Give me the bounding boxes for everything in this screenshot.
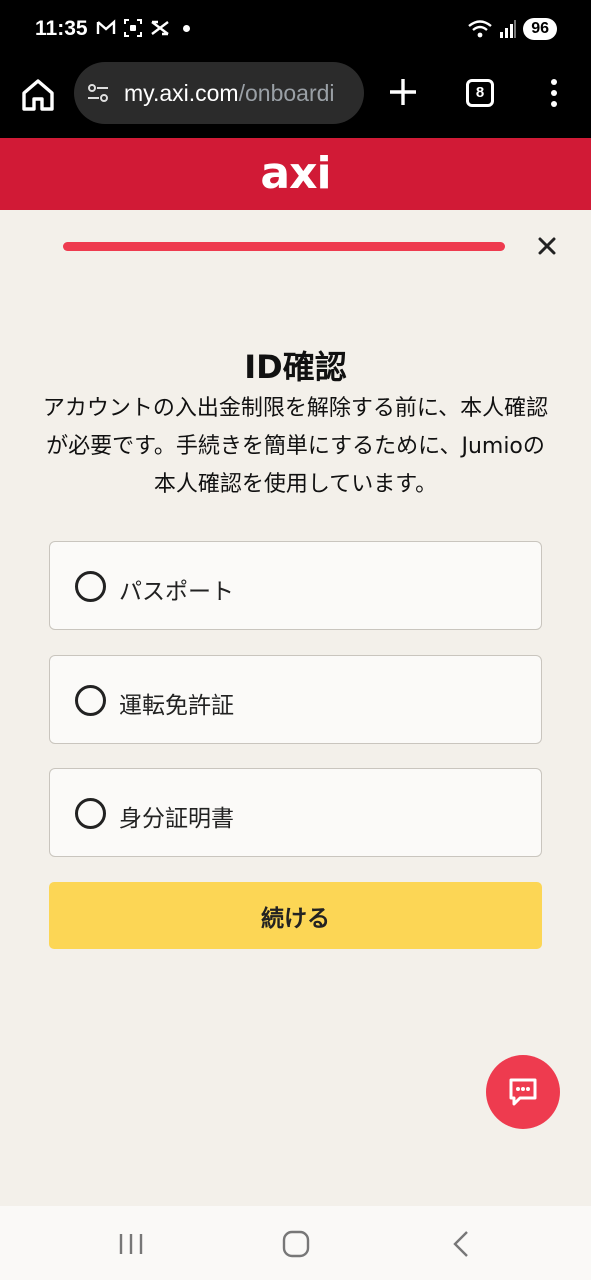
recent-apps-icon[interactable]	[116, 1230, 146, 1258]
app-header: axi	[0, 138, 591, 210]
option-id-card[interactable]: 身分証明書	[49, 768, 542, 857]
system-navigation-bar	[0, 1206, 591, 1280]
signal-icon	[500, 20, 517, 38]
more-options-icon[interactable]	[542, 78, 566, 108]
continue-button[interactable]: 続ける	[49, 882, 542, 949]
battery-level: 96	[523, 18, 557, 40]
screenshot-icon	[124, 19, 142, 37]
url-host: my.axi.com	[124, 80, 239, 106]
home-icon[interactable]	[20, 77, 56, 113]
browser-toolbar: my.axi.com/onboardi 8	[0, 60, 591, 138]
url-path: /onboardi	[238, 80, 335, 106]
radio-button[interactable]	[75, 571, 106, 602]
chat-button[interactable]	[486, 1055, 560, 1129]
chat-icon	[509, 1078, 537, 1106]
back-nav-icon[interactable]	[447, 1230, 477, 1258]
site-settings-icon[interactable]	[86, 81, 110, 105]
more-notifications-dot	[183, 24, 190, 32]
status-system-icons: 96	[467, 18, 557, 40]
url-text: my.axi.com/onboardi	[124, 80, 335, 107]
option-label: パスポート	[119, 579, 234, 605]
gmail-icon	[96, 19, 116, 34]
page-description: アカウントの入出金制限を解除する前に、本人確認が必要です。手続きを簡単にするため…	[42, 396, 549, 497]
status-notification-icons	[96, 18, 190, 38]
status-bar: 11:35 96	[0, 0, 591, 60]
option-passport[interactable]: パスポート	[49, 541, 542, 630]
tab-switcher-button[interactable]: 8	[466, 79, 494, 107]
address-bar[interactable]: my.axi.com/onboardi	[74, 62, 364, 124]
home-nav-icon[interactable]	[281, 1230, 311, 1258]
option-label: 運転免許証	[119, 693, 234, 719]
progress-fill	[63, 242, 505, 251]
option-drivers-license[interactable]: 運転免許証	[49, 655, 542, 744]
capcut-icon	[151, 20, 169, 36]
status-time: 11:35	[35, 17, 88, 40]
page-title: ID確認	[244, 348, 347, 386]
axi-logo: axi	[260, 148, 331, 199]
new-tab-icon[interactable]	[388, 77, 418, 107]
option-label: 身分証明書	[119, 806, 234, 832]
radio-button[interactable]	[75, 685, 106, 716]
onboarding-progress-bar	[63, 242, 505, 251]
close-icon[interactable]	[535, 234, 559, 258]
wifi-icon	[468, 20, 492, 38]
radio-button[interactable]	[75, 798, 106, 829]
